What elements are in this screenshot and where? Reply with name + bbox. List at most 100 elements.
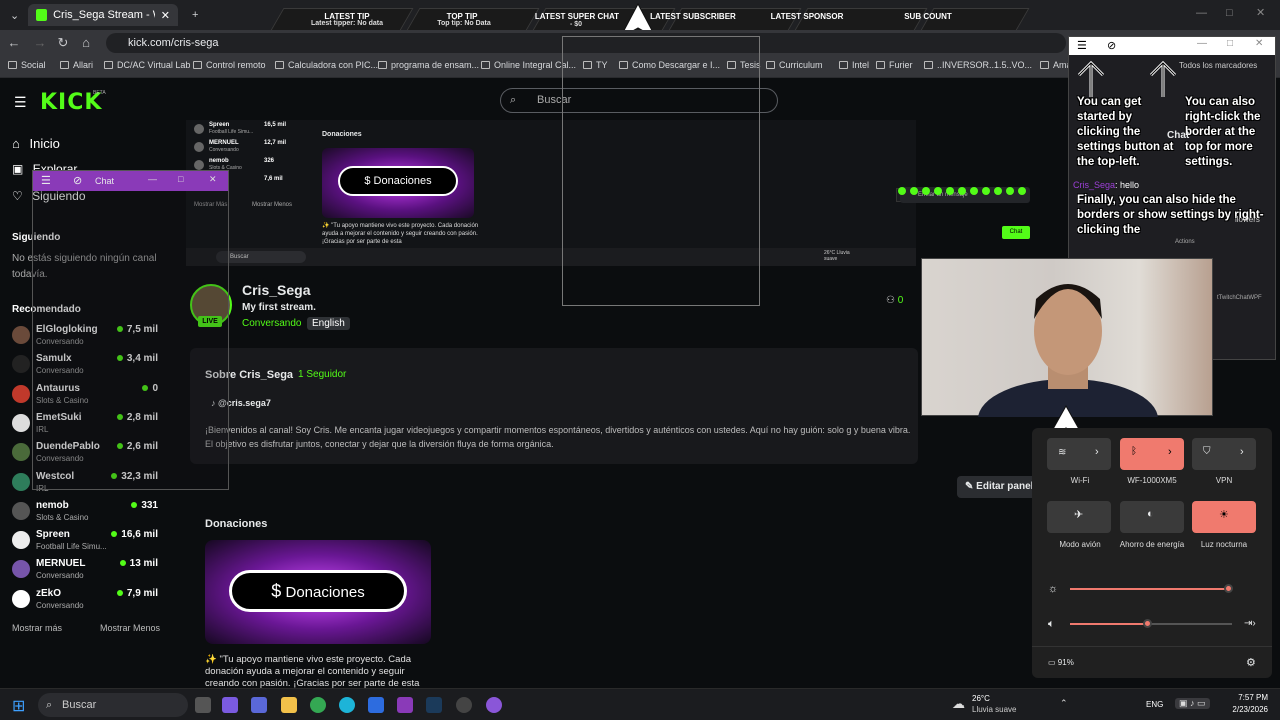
menu-icon[interactable]: ☰ [14,94,27,111]
obs-icon[interactable] [456,697,472,713]
bookmark-item[interactable]: Control remoto [193,60,266,70]
minimize-icon[interactable]: — [1197,38,1207,49]
clock-time[interactable]: 7:57 PM [1226,693,1268,702]
window-maximize-icon[interactable]: □ [1226,7,1233,19]
bookmarks-all: Todos los marcadores [1179,61,1258,70]
bluetooth-icon: ᛒ [1131,446,1137,457]
new-tab-button[interactable]: + [184,4,206,26]
maximize-icon[interactable]: □ [178,174,183,184]
maximize-icon[interactable]: □ [1227,38,1233,49]
volume-slider[interactable] [1142,619,1152,628]
preview-channel-name: MERNUEL [209,140,239,146]
bluetooth-toggle[interactable]: ᛒ › [1120,438,1184,470]
bookmark-item[interactable]: Curriculum [766,60,823,70]
windows-taskbar: ⊞ ⌕ Buscar ☁ 26°C Lluvia suave ⌃ ENG ▣ ♪ … [0,688,1280,720]
airplane-toggle[interactable]: ✈ [1047,501,1111,533]
settings-menu-icon[interactable]: ☰ [1077,39,1087,52]
scene-source-outline[interactable] [562,36,760,306]
stream-category[interactable]: Conversando [242,318,301,329]
bookmark-label: Curriculum [779,60,823,70]
channel-name: zEkO [36,587,62,599]
minimize-icon[interactable]: — [148,174,157,184]
edge-icon[interactable] [339,697,355,713]
audio-output-icon[interactable]: ⇥› [1244,618,1256,629]
channel-avatar [12,501,30,520]
outlook-icon[interactable] [368,697,384,713]
language-indicator[interactable]: ENG [1146,700,1163,709]
donations-banner[interactable]: $ Donaciones [205,540,431,644]
bookmark-item[interactable]: ..INVERSOR..1.5..VO... [924,60,1032,70]
close-icon[interactable]: ✕ [1255,38,1263,49]
network-volume-icon[interactable]: ▣ ♪ ▭ [1175,698,1210,709]
back-icon[interactable]: ← [6,35,22,51]
recommended-channel[interactable]: zEkO Conversando 7,9 mil [12,586,162,614]
stream-language-tag[interactable]: English [307,317,350,330]
chat-overlay-titlebar[interactable]: ☰ ⊘ — □ ✕ [1069,37,1275,55]
folder-icon [378,61,387,69]
brightness-slider[interactable] [1223,584,1233,593]
explore-icon: ▣ [12,162,24,176]
show-less-link[interactable]: Mostrar Menos [100,623,160,633]
chat-popup-titlebar[interactable]: ☰ ⊘ Chat — □ ✕ [33,171,228,191]
copilot-icon[interactable] [222,697,238,713]
chevron-right-icon[interactable]: › [1240,446,1244,458]
close-icon[interactable]: ✕ [209,174,217,185]
tab-active[interactable]: Cris_Sega Stream - Watch Live o ✕ [28,4,178,26]
hide-borders-icon[interactable]: ⊘ [73,174,82,187]
bookmark-item[interactable]: Calculadora con PIC... [275,60,378,70]
bookmark-item[interactable]: Social [8,60,46,70]
folder-icon [766,61,775,69]
reload-icon[interactable]: ↻ [55,35,71,51]
chevron-right-icon[interactable]: › [1168,446,1172,458]
chevron-up-icon[interactable]: ⌃ [1060,698,1068,709]
chrome-icon[interactable] [310,697,326,713]
recommended-channel[interactable]: Spreen Football Life Simu... 16,6 mil [12,527,162,555]
gear-icon[interactable]: ⚙ [1246,656,1256,669]
teams-icon[interactable] [251,697,267,713]
close-tab-icon[interactable]: ✕ [161,9,170,22]
arrow-up-icon [1077,60,1105,97]
file-explorer-icon[interactable] [281,697,297,713]
hide-borders-icon[interactable]: ⊘ [1107,39,1116,52]
forward-icon[interactable]: → [32,35,48,51]
channel-avatar [12,589,30,608]
chat-popup-window[interactable]: ☰ ⊘ Chat — □ ✕ [32,170,229,490]
wifi-icon: ≋ [1058,447,1067,458]
menu-icon[interactable]: ☰ [41,174,51,187]
chevron-right-icon[interactable]: › [1095,446,1099,458]
home-icon[interactable]: ⌂ [78,35,94,51]
bookmark-item[interactable]: Furier [876,60,913,70]
taskbar-search[interactable]: ⌕ Buscar [38,693,188,717]
chat-app-icon[interactable] [486,697,502,713]
chat-message-text: : hello [1115,180,1140,190]
clock-date[interactable]: 2/23/2026 [1218,705,1268,714]
recommended-channel[interactable]: MERNUEL Conversando 13 mil [12,556,162,584]
app-icon[interactable] [397,697,413,713]
preview-donations-text: ✨ "Tu apoyo mantiene vivo este proyecto.… [322,223,479,245]
wifi-toggle[interactable]: ≋ › [1047,438,1111,470]
window-minimize-icon[interactable]: — [1196,7,1207,19]
channel-avatar [12,384,30,403]
channel-avatar [12,531,30,550]
task-view-icon[interactable] [195,697,211,713]
steam-icon[interactable] [426,697,442,713]
bookmark-item[interactable]: Intel [839,60,869,70]
folder-icon [8,61,17,69]
bookmark-item[interactable]: programa de ensam... [378,60,479,70]
nav-home[interactable]: ⌂ Inicio [12,136,60,151]
edit-panel-button[interactable]: ✎ Editar panel [957,476,1042,498]
channel-avatar [194,142,204,152]
window-close-icon[interactable]: ✕ [1256,6,1265,19]
vpn-toggle[interactable]: ⛉ › [1192,438,1256,470]
bookmark-item[interactable]: Allari [60,60,93,70]
bookmark-item[interactable]: DC/AC Virtual Lab [104,60,190,70]
night-light-toggle[interactable]: ☀ [1192,501,1256,533]
night-label: Luz nocturna [1200,540,1248,549]
energy-saver-toggle[interactable]: ◐ [1120,501,1184,533]
show-more-link[interactable]: Mostrar más [12,623,62,633]
recommended-channel[interactable]: nemob Slots & Casino 331 [12,498,162,526]
viewer-count: 7,9 mil [117,588,158,599]
windows-start-icon[interactable]: ⊞ [12,696,25,716]
tab-search-icon[interactable]: ⌄ [2,4,22,26]
folder-icon [1040,61,1049,69]
